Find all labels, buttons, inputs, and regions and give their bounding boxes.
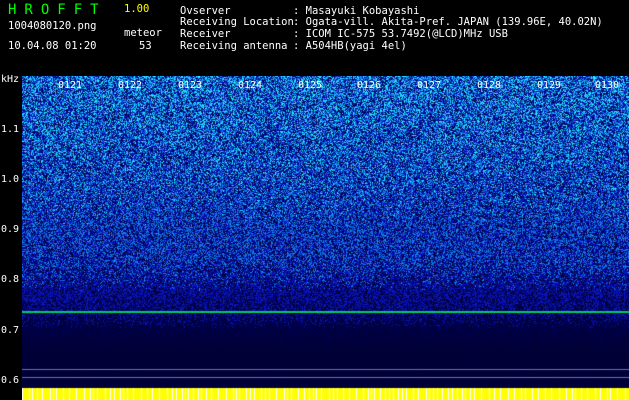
receiver-value: : ICOM IC-575 53.7492(@LCD)MHz USB xyxy=(293,28,508,40)
axis-tick: 0.9 xyxy=(1,224,20,235)
time-mark: 0127 xyxy=(417,80,442,91)
app-title: HROFFT xyxy=(8,2,107,18)
axis-tick: 1.0 xyxy=(1,174,20,185)
location-value: : Ogata-vill. Akita-Pref. JAPAN (139.96E… xyxy=(293,16,603,28)
axis-tick: 0.8 xyxy=(1,274,20,285)
time-mark: 0130 xyxy=(595,80,620,91)
app-version: 1.00 xyxy=(124,3,150,15)
receiver-label: Receiver xyxy=(180,28,231,40)
event-label: meteor xyxy=(124,27,162,39)
time-mark: 0121 xyxy=(58,80,83,91)
frequency-axis: kHz 1.1 1.0 0.9 0.8 0.7 0.6 xyxy=(0,74,22,400)
file-name: 1004080120.png xyxy=(8,20,97,32)
time-mark: 0129 xyxy=(537,80,562,91)
axis-tick: 0.7 xyxy=(1,325,20,336)
event-count: 53 xyxy=(139,40,152,52)
time-mark: 0126 xyxy=(357,80,382,91)
time-mark: 0122 xyxy=(118,80,143,91)
time-mark: 0124 xyxy=(238,80,263,91)
header-panel: HROFFT 1.00 1004080120.png 10.04.08 01:2… xyxy=(0,0,629,74)
file-datetime: 10.04.08 01:20 xyxy=(8,40,97,52)
antenna-value: : A504HB(yagi 4el) xyxy=(293,40,407,52)
axis-tick: 0.6 xyxy=(1,375,20,386)
antenna-label: Receiving antenna xyxy=(180,40,288,52)
spectrogram xyxy=(22,76,629,400)
time-mark: 0128 xyxy=(477,80,502,91)
location-label: Receiving Location xyxy=(180,16,294,28)
time-mark: 0123 xyxy=(178,80,203,91)
time-mark: 0125 xyxy=(298,80,323,91)
axis-unit: kHz xyxy=(1,74,20,85)
axis-tick: 1.1 xyxy=(1,124,20,135)
